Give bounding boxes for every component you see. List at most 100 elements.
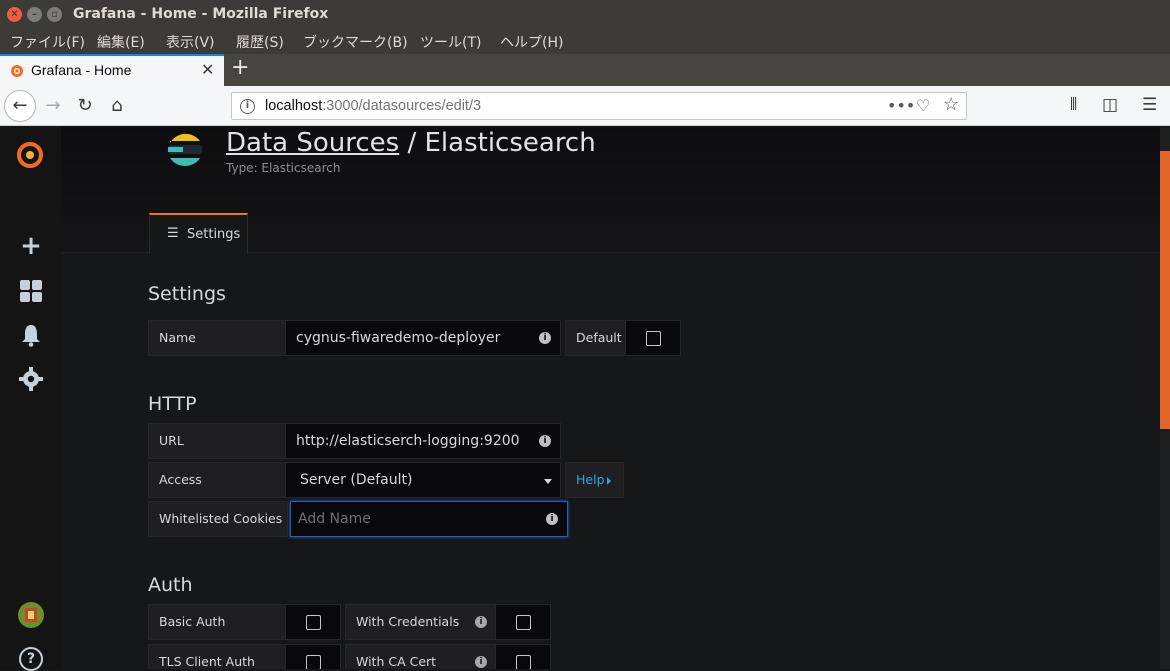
new-tab-button[interactable]: + <box>231 55 249 80</box>
tab-grafana-home[interactable]: Grafana - Home ✕ <box>0 54 224 86</box>
basic-auth-checkbox[interactable] <box>285 604 341 640</box>
site-info-icon[interactable]: i <box>240 99 255 114</box>
breadcrumb-datasources-link[interactable]: Data Sources <box>226 128 399 158</box>
window-titlebar: ✕ – ▫ Grafana - Home - Mozilla Firefox <box>0 0 1170 29</box>
with-ca-cert-text: With CA Cert <box>356 654 437 669</box>
info-icon: i <box>539 435 551 447</box>
access-label: Access <box>148 462 286 498</box>
url-path: :3000/datasources/edit/3 <box>322 98 482 114</box>
tab-title: Grafana - Home <box>31 62 132 78</box>
window-minimize-button[interactable]: – <box>27 7 42 22</box>
url-bar[interactable]: i localhost:3000/datasources/edit/3 ••• … <box>231 92 967 120</box>
url-input-value: http://elasticserch-logging:9200 <box>296 433 520 449</box>
back-button[interactable]: ← <box>4 90 36 122</box>
caret-right-icon <box>607 477 611 485</box>
whitelisted-cookies-label: Whitelisted Cookies <box>148 501 288 537</box>
grafana-logo-icon[interactable] <box>15 140 45 170</box>
info-icon: i <box>546 513 558 525</box>
tab-close-icon[interactable]: ✕ <box>201 60 214 79</box>
url-host: localhost <box>265 98 323 114</box>
auth-heading: Auth <box>148 574 193 596</box>
menu-bookmarks[interactable]: ブックマーク(B) <box>303 32 408 52</box>
http-heading: HTTP <box>148 393 197 415</box>
menu-edit[interactable]: 編集(E) <box>97 32 145 52</box>
tls-client-auth-checkbox[interactable] <box>285 644 341 669</box>
info-icon: i <box>475 616 487 628</box>
default-checkbox[interactable] <box>625 320 681 356</box>
access-select-value: Server (Default) <box>300 472 413 488</box>
menu-view[interactable]: 表示(V) <box>166 32 215 52</box>
checkbox-box-icon <box>646 331 661 346</box>
name-input-value: cygnus-fiwaredemo-deployer <box>296 330 501 346</box>
with-ca-cert-label: With CA Cert i <box>345 644 496 669</box>
menubar: ファイル(F) 編集(E) 表示(V) 履歴(S) ブックマーク(B) ツール(… <box>0 29 1170 54</box>
checkbox-box-icon <box>306 615 321 630</box>
url-label: URL <box>148 423 286 459</box>
datasource-edit-page: Data Sources / Elasticsearch Type: Elast… <box>61 127 1160 669</box>
reload-button[interactable]: ↻ <box>74 95 96 117</box>
name-label: Name <box>148 320 286 356</box>
tab-strip: Grafana - Home ✕ + <box>0 54 1170 86</box>
window-close-button[interactable]: ✕ <box>7 7 22 22</box>
help-toggle[interactable]: Help <box>565 462 624 498</box>
grafana-sidemenu: + ? <box>0 127 61 671</box>
user-avatar[interactable] <box>17 601 45 629</box>
title-separator: / <box>399 128 425 158</box>
page-actions-icon[interactable]: ••• <box>887 96 915 115</box>
pocket-icon[interactable]: ♡ <box>916 96 930 115</box>
cookies-placeholder: Add Name <box>298 511 371 527</box>
basic-auth-label: Basic Auth <box>148 604 286 640</box>
chevron-down-icon <box>544 479 552 484</box>
maximize-icon: ▫ <box>51 9 58 20</box>
tls-client-auth-label: TLS Client Auth <box>148 644 286 669</box>
forward-button[interactable]: → <box>42 95 64 117</box>
info-icon: i <box>475 656 487 668</box>
tab-settings-label: Settings <box>187 227 241 242</box>
whitelisted-cookies-input[interactable]: Add Name i <box>290 501 568 537</box>
page-subtitle: Type: Elasticsearch <box>226 161 341 175</box>
help-question-icon[interactable]: ? <box>19 647 43 671</box>
page-scrollbar[interactable] <box>1160 127 1170 669</box>
menu-tools[interactable]: ツール(T) <box>420 32 481 52</box>
alerting-bell-icon[interactable] <box>18 322 44 348</box>
dashboards-icon[interactable] <box>18 278 44 304</box>
datasource-name-title: Elasticsearch <box>424 128 596 158</box>
with-credentials-label: With Credentials i <box>345 604 496 640</box>
tab-settings[interactable]: ☰ Settings <box>149 213 248 254</box>
settings-heading: Settings <box>148 283 226 305</box>
minimize-icon: – <box>32 9 37 20</box>
menu-hamburger-icon[interactable]: ☰ <box>1142 95 1157 115</box>
page-header: Data Sources / Elasticsearch Type: Elast… <box>61 127 1160 254</box>
help-label: Help <box>576 472 605 487</box>
menu-file[interactable]: ファイル(F) <box>10 32 85 52</box>
default-label: Default <box>565 320 626 356</box>
checkbox-box-icon <box>516 655 531 669</box>
name-input[interactable]: cygnus-fiwaredemo-deployer i <box>285 320 561 356</box>
library-icon[interactable]: ⫴ <box>1070 95 1077 115</box>
home-button[interactable]: ⌂ <box>106 95 128 117</box>
sliders-icon: ☰ <box>167 226 179 241</box>
scrollbar-thumb[interactable] <box>1160 151 1170 429</box>
with-credentials-checkbox[interactable] <box>495 604 551 640</box>
with-ca-cert-checkbox[interactable] <box>495 644 551 669</box>
bookmark-star-icon[interactable]: ☆ <box>943 94 959 115</box>
window-maximize-button[interactable]: ▫ <box>47 7 62 22</box>
access-select[interactable]: Server (Default) <box>285 462 561 498</box>
url-input[interactable]: http://elasticserch-logging:9200 i <box>285 423 561 459</box>
page-title: Data Sources / Elasticsearch <box>226 128 596 158</box>
elasticsearch-logo-icon <box>168 133 202 167</box>
menu-history[interactable]: 履歴(S) <box>236 32 284 52</box>
checkbox-box-icon <box>306 655 321 669</box>
close-icon: ✕ <box>10 9 19 20</box>
menu-help[interactable]: ヘルプ(H) <box>500 32 563 52</box>
navigation-toolbar: ← → ↻ ⌂ i localhost:3000/datasources/edi… <box>0 86 1170 126</box>
configuration-gear-icon[interactable] <box>18 366 44 392</box>
sidebar-icon[interactable]: ◫ <box>1102 95 1118 115</box>
checkbox-box-icon <box>516 615 531 630</box>
url-text[interactable]: localhost:3000/datasources/edit/3 <box>265 98 481 114</box>
with-credentials-text: With Credentials <box>356 614 460 629</box>
window-title: Grafana - Home - Mozilla Firefox <box>73 6 329 22</box>
grafana-favicon-icon <box>11 65 23 77</box>
create-plus-icon[interactable]: + <box>18 233 44 259</box>
info-icon: i <box>539 332 551 344</box>
